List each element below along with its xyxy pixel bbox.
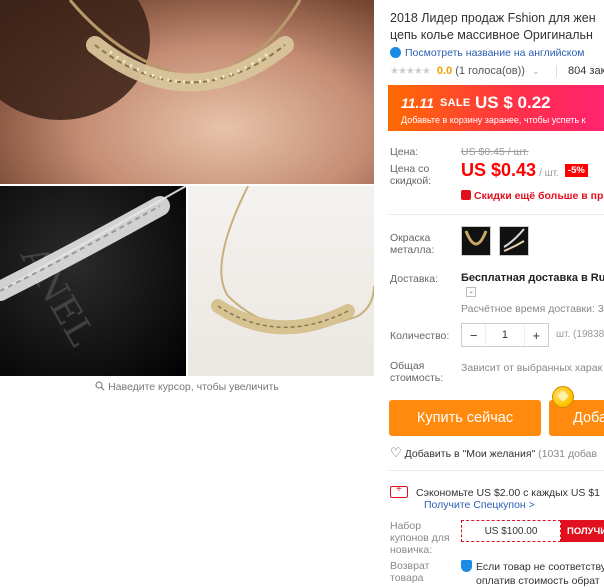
buy-now-button[interactable]: Купить сейчас [389,400,541,436]
necklace-closeup-photo[interactable]: ANEL [0,186,186,376]
shipping-option[interactable]: Бесплатная доставка в Russ [461,272,604,284]
price-label: Цена: [390,146,419,158]
old-price-value: US $0.45 / шт. [461,146,529,158]
delivery-estimate: Расчётное время доставки: 3 [461,303,604,315]
promo-price: US $ 0.22 [475,93,551,112]
metal-color-label-line2: металла: [390,244,435,256]
discount-price-label-line1: Цена со [390,163,430,175]
zoom-hint: Наведите курсор, чтобы увеличить [0,381,374,394]
promo-sale-label: SALE [440,97,471,109]
product-gallery: ANEL Наведите курсор, чтобы увеличить [0,0,374,400]
returns-label-line1: Возврат [390,560,430,572]
silver-necklace-swatch[interactable] [499,226,529,256]
silver-necklace-image: ANEL [0,186,186,353]
returns-policy-text: Если товар не соответству оплатив стоимо… [461,560,604,588]
total-cost-value: Зависит от выбранных харак [461,362,603,374]
metal-color-label-line1: Окраска [390,232,431,244]
magnifier-icon [95,381,105,394]
add-to-wishlist-link[interactable]: ♡ Добавить в "Мои желания" (1031 добав [390,445,597,461]
promo-note: Добавьте в корзину заранее, чтобы успеть… [401,115,586,125]
shield-icon [461,560,472,572]
discount-badge: -5% [564,164,588,177]
shipping-label: Доставка: [390,273,439,285]
gold-necklace-swatch[interactable] [461,226,491,256]
rating-count[interactable]: (1 голоса(ов)) [455,65,525,77]
discount-price-row: US $0.43/ шт. -5% [461,160,588,181]
necklace-flatlay-photo[interactable] [188,186,374,376]
product-title-line2: цепь колье массивное Оригинальн [390,28,593,42]
old-price: US $0.45 / шт. [461,146,529,158]
store-coupon-text: Сэкономьте US $2.00 с каждых US $1 [416,487,601,499]
returns-line1: Если товар не соответству [476,561,604,573]
store-coupon-row: Сэкономьте US $2.00 с каждых US $1 [390,484,601,499]
new-user-coupon-label-line3: новичка: [390,544,433,556]
returns-label-line2: товара [390,572,424,584]
rating-value: 0.0 [436,65,453,77]
total-cost-label-line1: Общая [390,360,425,372]
total-cost-label-line2: стоимость: [390,372,444,384]
product-title-line1: 2018 Лидер продаж Fshion для жен [390,11,596,25]
sale-promo-banner: 11.11 SALE US $ 0.22 Добавьте в корзину … [388,85,604,131]
free-shipping-text: Бесплатная доставка в Russ [461,272,604,284]
silver-necklace-thumb-icon [503,228,525,252]
necklace-on-model-image [0,0,302,120]
main-product-photo[interactable] [0,0,374,184]
quantity-input[interactable]: 1 [485,324,525,346]
special-coupon-link[interactable]: Получите Спецкупон > [424,499,535,511]
available-quantity: шт. (19838 [556,329,604,340]
gold-necklace-thumb-icon [464,230,488,246]
cheaper-in-app-link[interactable]: Скидки ещё больше в при [461,190,604,202]
coin-icon [552,386,574,408]
returns-label: Возврат товара [390,560,429,584]
get-coupon-button[interactable]: ПОЛУЧИТ [561,520,604,542]
wishlist-text: Добавить в "Мои желания" [404,448,536,460]
metal-color-label: Окраска металла: [390,232,434,256]
globe-icon [390,47,401,58]
cheaper-in-app-text: Скидки ещё больше в при [474,190,604,202]
new-user-coupon-label: Набор купонов для новичка: [390,520,450,556]
orders-count: 804 зака [556,65,604,77]
chevron-down-icon[interactable]: ⌄ [532,66,540,76]
promo-tag: 11.11 [401,95,434,111]
gold-necklace-image [211,186,374,335]
zoom-hint-text: Наведите курсор, чтобы увеличить [108,381,279,393]
quantity-stepper: − 1 + [461,323,549,347]
coupon-ticket-icon [390,484,408,498]
add-to-cart-label: Доба [573,410,604,426]
returns-line2: оплатив стоимость обрат [476,575,600,587]
wishlist-count: (1031 добав [538,448,598,460]
divider [388,470,604,471]
heart-icon: ♡ [390,445,402,460]
rating-row: ★★★★★ 0.0 (1 голоса(ов)) ⌄ 804 зака [390,65,604,77]
new-user-coupon-value: US $100.00 [461,520,561,542]
quantity-increase-button[interactable]: + [525,324,548,346]
rating-stars-icon: ★★★★★ [390,66,431,77]
translate-title-link[interactable]: Посмотреть название на английском [390,47,585,59]
discount-price-label-line2: скидкой: [390,175,432,187]
quantity-decrease-button[interactable]: − [462,324,485,346]
product-info-panel: 2018 Лидер продаж Fshion для жен цепь ко… [388,0,604,588]
new-price: US $0.43 [461,160,537,180]
translate-link-text: Посмотреть название на английском [405,47,585,59]
new-user-coupon-label-line2: купонов для [390,532,450,544]
chevron-down-icon[interactable]: ⌄ [466,287,476,297]
quantity-label: Количество: [390,330,450,342]
total-cost-label: Общая стоимость: [390,360,443,384]
product-title: 2018 Лидер продаж Fshion для жен цепь ко… [390,10,604,44]
price-unit: / шт. [539,168,559,179]
mobile-app-icon [461,190,471,200]
discount-price-label: Цена со скидкой: [390,163,431,187]
new-user-coupon-label-line1: Набор [390,520,422,532]
divider [388,214,604,215]
